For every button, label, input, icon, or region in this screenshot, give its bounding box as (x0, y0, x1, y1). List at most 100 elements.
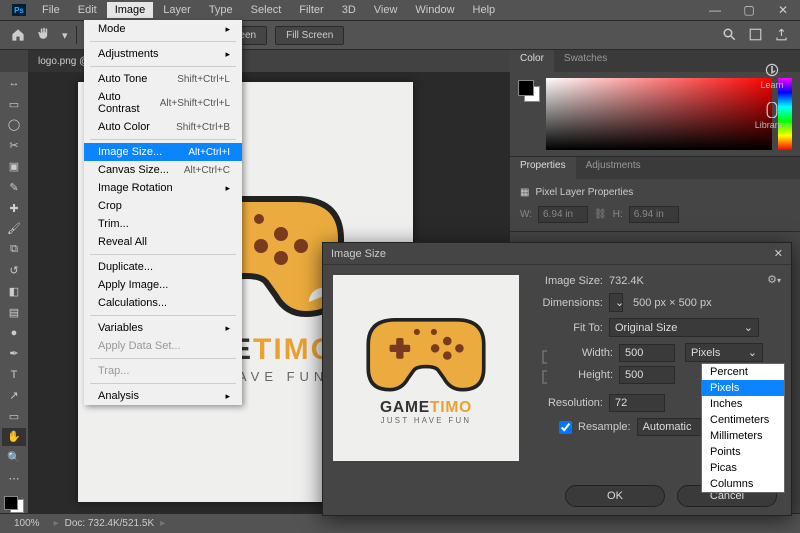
dialog-preview[interactable]: GAMETIMO JUST HAVE FUN (333, 275, 519, 461)
eyedropper-tool-icon[interactable]: ✎ (2, 178, 26, 197)
doc-info[interactable]: Doc: 732.4K/521.5K (59, 518, 161, 529)
menu-window[interactable]: Window (407, 2, 462, 18)
menu-select[interactable]: Select (243, 2, 290, 18)
menu-edit[interactable]: Edit (70, 2, 105, 18)
maximize-button[interactable]: ▢ (732, 0, 766, 20)
menu-item-duplicate-[interactable]: Duplicate... (84, 258, 242, 276)
menu-item-adjustments[interactable]: Adjustments (84, 45, 242, 63)
menu-item-calculations-[interactable]: Calculations... (84, 294, 242, 312)
menu-item-trim-[interactable]: Trim... (84, 215, 242, 233)
lasso-tool-icon[interactable]: ◯ (2, 116, 26, 135)
minimize-button[interactable]: — (698, 0, 732, 20)
close-window-button[interactable]: ✕ (766, 0, 800, 20)
shape-tool-icon[interactable]: ▭ (2, 407, 26, 426)
blur-tool-icon[interactable]: ● (2, 324, 26, 343)
unit-option-centimeters[interactable]: Centimeters (702, 412, 784, 428)
zoom-level[interactable]: 100% (0, 518, 54, 529)
link-width-height-icon[interactable] (539, 347, 551, 387)
image-size-value: 732.4K (609, 275, 644, 287)
foreground-background-picker[interactable] (518, 80, 540, 102)
unit-option-pixels[interactable]: Pixels (702, 380, 784, 396)
dialog-close-icon[interactable]: ✕ (774, 247, 783, 260)
menu-item-image-rotation[interactable]: Image Rotation (84, 179, 242, 197)
color-swatches[interactable] (4, 496, 24, 513)
unit-option-inches[interactable]: Inches (702, 396, 784, 412)
frame-tool-icon[interactable]: ▣ (2, 157, 26, 176)
stamp-tool-icon[interactable]: ⧉ (2, 240, 26, 259)
menu-item-canvas-size-[interactable]: Canvas Size...Alt+Ctrl+C (84, 161, 242, 179)
menu-item-crop[interactable]: Crop (84, 197, 242, 215)
resample-checkbox[interactable] (559, 421, 572, 434)
status-bar: 100% ▸ Doc: 732.4K/521.5K ▸ (0, 513, 800, 533)
width-unit-dropdown[interactable]: Pixels⌄ (685, 343, 763, 362)
tools-panel: ↔ ▭ ◯ ✂ ▣ ✎ ✚ 🖌 ⧉ ↺ ◧ ▤ ● ✒ T ↗ ▭ ✋ 🔍 ⋯ (0, 72, 28, 513)
learn-panel-tab[interactable]: Learn (746, 56, 798, 96)
healing-tool-icon[interactable]: ✚ (2, 199, 26, 218)
menu-item-mode[interactable]: Mode (84, 20, 242, 38)
edit-toolbar-icon[interactable]: ⋯ (2, 469, 26, 488)
menu-filter[interactable]: Filter (291, 2, 331, 18)
tab-adjustments[interactable]: Adjustments (576, 157, 651, 179)
layer-type-label: Pixel Layer Properties (535, 187, 633, 198)
libraries-panel-tab[interactable]: Libraries (746, 96, 798, 136)
eraser-tool-icon[interactable]: ◧ (2, 282, 26, 301)
unit-option-columns[interactable]: Columns (702, 476, 784, 492)
unit-option-picas[interactable]: Picas (702, 460, 784, 476)
brush-tool-icon[interactable]: 🖌 (2, 220, 26, 239)
ok-button[interactable]: OK (565, 485, 665, 507)
link-dimensions-icon[interactable]: ⛓ (594, 209, 607, 220)
path-tool-icon[interactable]: ↗ (2, 386, 26, 405)
menu-item-auto-contrast[interactable]: Auto ContrastAlt+Shift+Ctrl+L (84, 88, 242, 118)
tab-color[interactable]: Color (510, 50, 554, 72)
height-field[interactable] (629, 206, 679, 223)
menu-view[interactable]: View (366, 2, 406, 18)
move-tool-icon[interactable]: ↔ (2, 74, 26, 93)
hand-tool-icon[interactable] (36, 26, 54, 44)
dialog-settings-icon[interactable]: ⚙▾ (767, 273, 781, 286)
height-input[interactable] (619, 366, 675, 384)
menu-file[interactable]: File (34, 2, 68, 18)
unit-option-millimeters[interactable]: Millimeters (702, 428, 784, 444)
hand-tool-icon[interactable]: ✋ (2, 428, 26, 447)
menu-3d[interactable]: 3D (334, 2, 364, 18)
resolution-input[interactable] (609, 394, 665, 412)
menu-item-auto-color[interactable]: Auto ColorShift+Ctrl+B (84, 118, 242, 136)
width-field[interactable] (538, 206, 588, 223)
quick-share-icon[interactable] (748, 27, 764, 43)
unit-option-points[interactable]: Points (702, 444, 784, 460)
menu-item-auto-tone[interactable]: Auto ToneShift+Ctrl+L (84, 70, 242, 88)
fill-screen-button[interactable]: Fill Screen (276, 27, 343, 44)
search-icon[interactable] (722, 27, 738, 43)
gradient-tool-icon[interactable]: ▤ (2, 303, 26, 322)
fit-to-dropdown[interactable]: Original Size⌄ (609, 318, 759, 337)
menu-help[interactable]: Help (465, 2, 504, 18)
menu-item-variables[interactable]: Variables (84, 319, 242, 337)
marquee-tool-icon[interactable]: ▭ (2, 95, 26, 114)
fit-to-label: Fit To: (531, 322, 603, 334)
menu-layer[interactable]: Layer (155, 2, 199, 18)
document-tab-label: logo.png @ (38, 56, 89, 67)
menu-item-image-size-[interactable]: Image Size...Alt+Ctrl+I (84, 143, 242, 161)
type-tool-icon[interactable]: T (2, 365, 26, 384)
menu-item-reveal-all[interactable]: Reveal All (84, 233, 242, 251)
menu-item-trap-: Trap... (84, 362, 242, 380)
unit-option-percent[interactable]: Percent (702, 364, 784, 380)
menu-item-apply-image-[interactable]: Apply Image... (84, 276, 242, 294)
history-brush-tool-icon[interactable]: ↺ (2, 261, 26, 280)
crop-tool-icon[interactable]: ✂ (2, 136, 26, 155)
home-icon[interactable] (10, 27, 28, 43)
dialog-titlebar[interactable]: Image Size ✕ (323, 243, 791, 265)
zoom-tool-icon[interactable]: 🔍 (2, 448, 26, 467)
height-label: H: (613, 209, 623, 220)
menu-type[interactable]: Type (201, 2, 241, 18)
menu-image[interactable]: Image (107, 2, 154, 18)
tab-swatches[interactable]: Swatches (554, 50, 617, 72)
menu-item-analysis[interactable]: Analysis (84, 387, 242, 405)
image-size-label: Image Size: (531, 275, 603, 287)
color-field[interactable] (546, 78, 772, 150)
dimensions-unit-dropdown[interactable]: ⌄ (609, 293, 623, 312)
tab-properties[interactable]: Properties (510, 157, 576, 179)
share-icon[interactable] (774, 27, 790, 43)
pen-tool-icon[interactable]: ✒ (2, 344, 26, 363)
width-input[interactable] (619, 344, 675, 362)
